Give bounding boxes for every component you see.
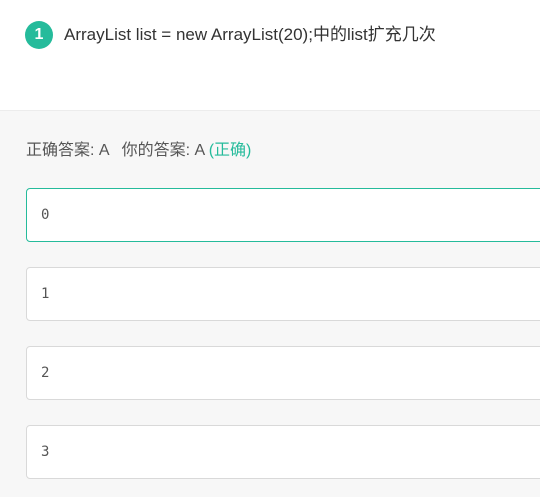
correct-answer-label: 正确答案: A (26, 142, 110, 159)
answer-status: (正确) (208, 142, 252, 159)
option-text: 1 (41, 286, 50, 302)
question-header: 1 ArrayList list = new ArrayList(20);中的l… (0, 0, 540, 111)
option-text: 0 (41, 207, 50, 223)
option-text: 3 (41, 444, 50, 460)
question-number-badge: 1 (25, 21, 53, 49)
option-2[interactable]: 2 (26, 346, 540, 400)
option-text: 2 (41, 365, 50, 381)
your-answer-label: 你的答案: A (121, 142, 205, 159)
option-1[interactable]: 1 (26, 267, 540, 321)
question-text: ArrayList list = new ArrayList(20);中的lis… (64, 25, 436, 44)
answer-summary: 正确答案: A 你的答案: A (正确) (26, 140, 251, 162)
option-0[interactable]: 0 (26, 188, 540, 242)
option-3[interactable]: 3 (26, 425, 540, 479)
